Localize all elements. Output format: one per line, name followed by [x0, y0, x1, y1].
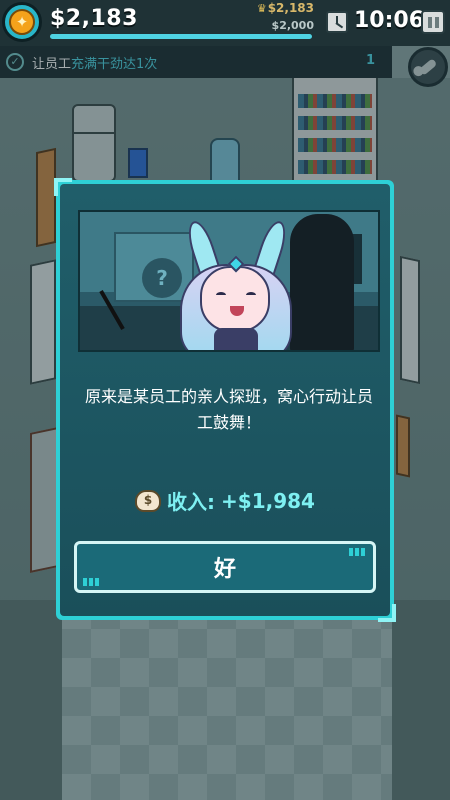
goal-amount: $2,000	[271, 19, 314, 32]
income-label: 收入:	[167, 490, 216, 514]
income-row: 收入:+$1,984	[60, 486, 390, 515]
pause-icon[interactable]	[421, 10, 445, 34]
best-record: ♛$2,183	[254, 1, 314, 15]
money-bag-icon	[135, 489, 162, 512]
dialog-body: ? 原来是某员工的亲人探班，窝心行动让员工鼓舞！ 收入:+$1,984	[60, 184, 390, 616]
character-eye-left	[216, 292, 226, 298]
event-message: 原来是某员工的亲人探班，窝心行动让员工鼓舞！	[84, 387, 373, 432]
character-face	[200, 266, 270, 332]
character-eye-right	[246, 292, 256, 298]
coin-inner: ✦	[9, 9, 35, 35]
top-hud: ✦ $2,183 ♛$2,183 $2,000 10:06	[0, 0, 450, 46]
goal-progress-fill	[50, 34, 312, 39]
dialog-corner-top-left	[54, 178, 72, 196]
income-value: +$1,984	[221, 488, 315, 513]
money-amount: $2,183	[50, 6, 138, 31]
event-illustration: ?	[78, 210, 380, 352]
goal-progress-bar	[50, 34, 312, 39]
clock-icon[interactable]	[326, 11, 348, 33]
button-deco-bottom-left	[83, 578, 101, 586]
visitor-character	[162, 212, 312, 350]
button-deco-top-right	[349, 548, 367, 556]
character-body	[214, 328, 258, 350]
best-amount: $2,183	[267, 1, 314, 15]
ok-button-label: 好	[213, 557, 236, 582]
game-time: 10:06	[354, 8, 425, 33]
character-mouth	[230, 306, 244, 316]
crown-icon: ♛	[256, 2, 267, 15]
event-dialog: ? 原来是某员工的亲人探班，窝心行动让员工鼓舞！ 收入:+$1,984	[54, 178, 396, 622]
coin-flame-icon[interactable]: ✦	[2, 2, 42, 42]
dialog-corner-bottom-right	[378, 604, 396, 622]
ok-button[interactable]: 好	[74, 541, 376, 593]
